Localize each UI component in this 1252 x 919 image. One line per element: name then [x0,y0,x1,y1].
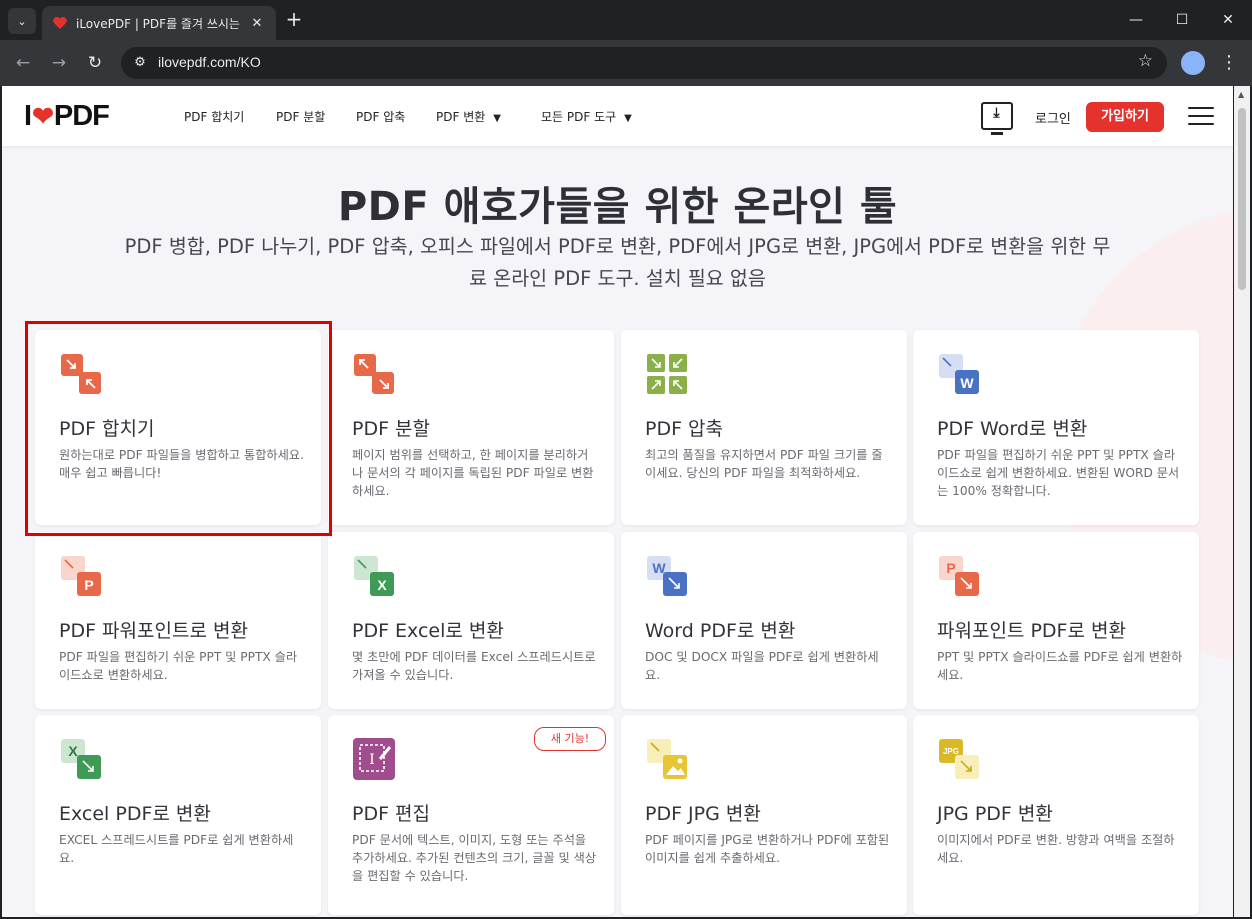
maximize-button[interactable]: ☐ [1159,8,1205,32]
tool-card-edit-pdf[interactable]: I 새 기능! PDF 편집 PDF 문서에 텍스트, 이미지, 도형 또는 주… [328,715,614,915]
svg-text:P: P [946,560,955,576]
tool-title: 파워포인트 PDF로 변환 [937,620,1126,642]
minimize-button[interactable]: — [1113,8,1159,32]
tool-title: Word PDF로 변환 [645,620,796,642]
tool-description: 페이지 범위를 선택하고, 한 페이지를 분리하거나 문서의 각 페이지를 독립… [352,448,594,498]
chevron-down-icon: ⌄ [17,14,27,28]
tool-description: 이미지에서 PDF로 변환. 방향과 여백을 조절하세요. [937,833,1175,865]
svg-text:P: P [84,577,93,593]
back-icon[interactable]: ← [10,50,36,76]
tool-title: Excel PDF로 변환 [59,803,211,825]
heart-icon: ❤ [32,100,54,131]
browser-menu-icon[interactable]: ⋮ [1219,50,1239,76]
tool-description: PDF 문서에 텍스트, 이미지, 도형 또는 주석을 추가하세요. 추가된 컨… [352,833,597,883]
new-tab-button[interactable]: + [283,8,305,32]
nav-split-pdf[interactable]: PDF 분할 [276,108,325,125]
caret-down-icon: ▼ [493,113,501,124]
tool-title: PDF Word로 변환 [937,418,1088,440]
desktop-download-icon[interactable]: ⤓ [981,102,1013,135]
powerpoint-icon: P [939,556,979,596]
tool-card-pdf-to-excel[interactable]: X PDF Excel로 변환 몇 초만에 PDF 데이터를 Excel 스프레… [328,532,614,709]
tool-title: PDF 편집 [352,803,431,825]
ilovepdf-favicon-icon [53,17,67,29]
image-icon [647,739,687,779]
tool-title: PDF 파워포인트로 변환 [59,620,248,642]
site-header: I ❤ PDF PDF 합치기 PDF 분할 PDF 압축 PDF 변환 ▼ 모든 P… [2,86,1233,146]
svg-text:W: W [960,375,974,391]
hamburger-menu-icon[interactable] [1188,107,1214,125]
tool-card-powerpoint-to-pdf[interactable]: P 파워포인트 PDF로 변환 PPT 및 PPTX 슬라이드쇼를 PDF로 쉽… [913,532,1199,709]
hero-title: PDF 애호가들을 위한 온라인 툴 [337,184,898,230]
excel-icon: X [354,556,394,596]
nav-convert-pdf[interactable]: PDF 변환 ▼ [436,108,501,125]
caret-down-icon: ▼ [624,113,632,124]
tool-description: 최고의 품질을 유지하면서 PDF 파일 크기를 줄이세요. 당신의 PDF 파… [645,448,883,480]
browser-tab[interactable]: iLovePDF | PDF를 즐겨 쓰시는 ✕ [42,6,276,40]
tool-card-pdf-to-word[interactable]: W PDF Word로 변환 PDF 파일을 편집하기 쉬운 PPT 및 PPT… [913,330,1199,525]
nav-merge-pdf[interactable]: PDF 합치기 [184,108,244,125]
tool-description: PPT 및 PPTX 슬라이드쇼를 PDF로 쉽게 변환하세요. [937,650,1183,682]
profile-avatar[interactable] [1181,51,1205,75]
tool-card-jpg-to-pdf[interactable]: JPG JPG PDF 변환 이미지에서 PDF로 변환. 방향과 여백을 조절… [913,715,1199,915]
svg-text:X: X [68,743,78,759]
powerpoint-icon: P [61,556,101,596]
tool-title: PDF Excel로 변환 [352,620,504,642]
tool-card-pdf-to-powerpoint[interactable]: P PDF 파워포인트로 변환 PDF 파일을 편집하기 쉬운 PPT 및 PP… [35,532,321,709]
nav-all-tools[interactable]: 모든 PDF 도구 ▼ [541,108,632,125]
hero-subtitle: PDF 병합, PDF 나누기, PDF 압축, 오피스 파일에서 PDF로 변… [124,235,1111,290]
page-scrollbar[interactable]: ▲ [1234,86,1250,917]
tab-title: iLovePDF | PDF를 즐겨 쓰시는 [76,16,240,31]
tool-description: PDF 파일을 편집하기 쉬운 PPT 및 PPTX 슬라이드쇼로 변환하세요. [59,650,298,682]
svg-text:I: I [369,752,375,768]
browser-tab-bar: ⌄ iLovePDF | PDF를 즐겨 쓰시는 ✕ + — ☐ ✕ [0,0,1252,40]
url-text[interactable]: ilovepdf.com/KO [158,54,261,70]
bookmark-star-icon[interactable]: ☆ [1138,51,1153,71]
forward-icon[interactable]: → [46,50,72,76]
split-icon [354,354,394,394]
close-window-button[interactable]: ✕ [1205,8,1251,32]
edit-icon: I [353,738,395,780]
selection-highlight [25,321,332,536]
tool-title: PDF 압축 [645,418,724,440]
tool-card-excel-to-pdf[interactable]: X Excel PDF로 변환 EXCEL 스프레드시트를 PDF로 쉽게 변환… [35,715,321,915]
tab-search-button[interactable]: ⌄ [8,8,36,34]
browser-toolbar: ← → ↻ ⚙ ilovepdf.com/KO ☆ ⋮ [0,40,1252,86]
scrollbar-thumb[interactable] [1238,108,1246,290]
tool-description: EXCEL 스프레드시트를 PDF로 쉽게 변환하세요. [59,833,294,865]
signup-button[interactable]: 가입하기 [1086,102,1164,132]
scroll-up-arrow-icon[interactable]: ▲ [1238,90,1244,99]
excel-icon: X [61,739,101,779]
tool-card-pdf-to-jpg[interactable]: PDF JPG 변환 PDF 페이지를 JPG로 변환하거나 PDF에 포함된 … [621,715,907,915]
svg-text:JPG: JPG [943,747,959,756]
word-icon: W [939,354,979,394]
login-link[interactable]: 로그인 [1035,108,1071,127]
address-bar[interactable]: ⚙ ilovepdf.com/KO ☆ [121,47,1167,79]
new-feature-badge: 새 기능! [534,727,606,751]
tool-description: DOC 및 DOCX 파일을 PDF로 쉽게 변환하세요. [645,650,879,682]
jpg-icon: JPG [939,739,979,779]
nav-compress-pdf[interactable]: PDF 압축 [356,108,405,125]
tool-title: PDF 분할 [352,418,431,440]
tool-card-compress[interactable]: PDF 압축 최고의 품질을 유지하면서 PDF 파일 크기를 줄이세요. 당신… [621,330,907,525]
tool-description: 몇 초만에 PDF 데이터를 Excel 스프레드시트로 가져올 수 있습니다. [352,650,596,682]
tool-title: JPG PDF 변환 [937,803,1053,825]
tool-card-split[interactable]: PDF 분할 페이지 범위를 선택하고, 한 페이지를 분리하거나 문서의 각 … [328,330,614,525]
web-page: I ❤ PDF PDF 합치기 PDF 분할 PDF 압축 PDF 변환 ▼ 모든 P… [2,86,1233,917]
close-icon[interactable]: ✕ [248,16,266,31]
word-icon: W [647,556,687,596]
ilovepdf-logo[interactable]: I ❤ PDF [24,100,110,132]
site-settings-icon[interactable]: ⚙ [129,52,151,74]
tool-card-word-to-pdf[interactable]: W Word PDF로 변환 DOC 및 DOCX 파일을 PDF로 쉽게 변환… [621,532,907,709]
tool-title: PDF JPG 변환 [645,803,761,825]
compress-icon [647,354,687,394]
tool-description: PDF 페이지를 JPG로 변환하거나 PDF에 포함된 이미지를 쉽게 추출하… [645,833,890,865]
svg-text:X: X [377,577,387,593]
reload-icon[interactable]: ↻ [82,50,108,76]
tool-description: PDF 파일을 편집하기 쉬운 PPT 및 PPTX 슬라이드쇼로 쉽게 변환하… [937,448,1180,498]
